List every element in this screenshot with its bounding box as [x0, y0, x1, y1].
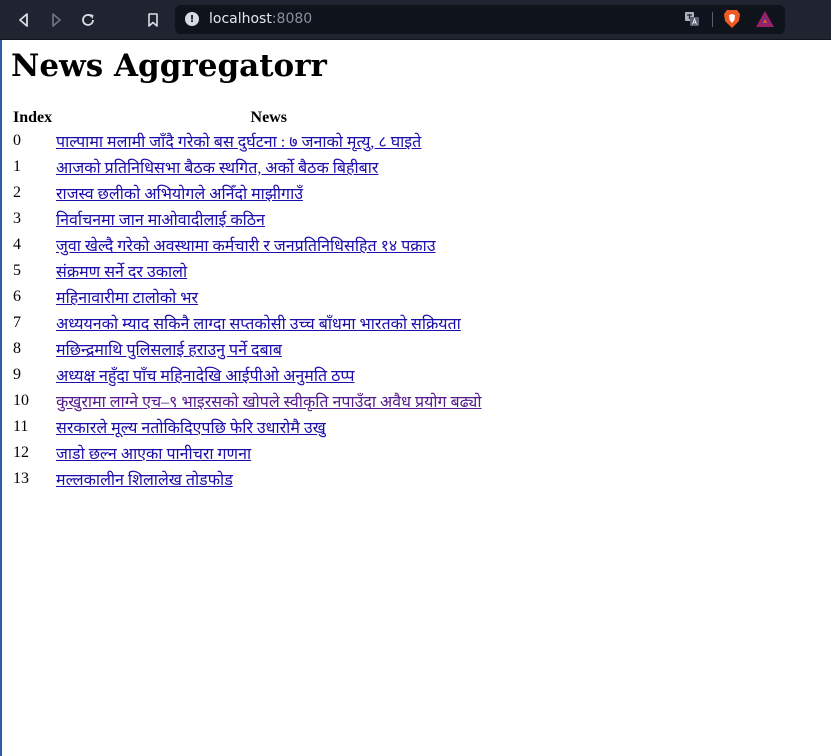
- row-news-cell: जाडो छल्न आएका पानीचरा गणना: [56, 440, 482, 466]
- news-table: Index News 0 पाल्पामा मलामी जाँदै गरेको ब…: [13, 108, 482, 492]
- table-row: 8 मछिन्द्रमाथि पुलिसलाई हराउनु पर्ने दबाब: [13, 336, 482, 362]
- bookmark-icon: [148, 13, 158, 27]
- news-headline-link[interactable]: निर्वाचनमा जान माओवादीलाई कठिन: [56, 212, 265, 229]
- news-headline-link[interactable]: महिनावारीमा टालोको भर: [56, 290, 198, 307]
- row-news-cell: संक्रमण सर्ने दर उकालो: [56, 258, 482, 284]
- news-headline-link[interactable]: जाडो छल्न आएका पानीचरा गणना: [56, 446, 251, 463]
- table-row: 4 जुवा खेल्दै गरेको अवस्थामा कर्मचारी र ज…: [13, 232, 482, 258]
- row-index: 13: [13, 470, 29, 487]
- address-bar-divider: [712, 12, 713, 27]
- table-header-row: Index News: [13, 108, 482, 128]
- row-news-cell: निर्वाचनमा जान माओवादीलाई कठिन: [56, 206, 482, 232]
- row-index: 3: [13, 210, 21, 227]
- table-row: 2 राजस्व छलीको अभियोगले अनिँदो माझीगाउँ: [13, 180, 482, 206]
- row-news-cell: महिनावारीमा टालोको भर: [56, 284, 482, 310]
- window-edge: [0, 40, 2, 756]
- table-row: 1 आजको प्रतिनिधिसभा बैठक स्थगित, अर्को बै…: [13, 154, 482, 180]
- row-index: 2: [13, 184, 21, 201]
- news-headline-link[interactable]: कुखुरामा लाग्ने एच–९ भाइरसको खोपले स्वीक…: [56, 394, 482, 411]
- table-row: 9 अध्यक्ष नहुँदा पाँच महिनादेखि आईपीओ अनु…: [13, 362, 482, 388]
- news-headline-link[interactable]: अध्यक्ष नहुँदा पाँच महिनादेखि आईपीओ अनुम…: [56, 368, 354, 385]
- page-content: News Aggregatorr Index News 0 पाल्पामा मल…: [11, 48, 821, 489]
- browser-toolbar: ! localhost:8080: [0, 0, 831, 40]
- news-headline-link[interactable]: मल्लकालीन शिलालेख तोडफोड: [56, 472, 233, 489]
- url-port: :8080: [271, 11, 313, 27]
- row-news-cell: कुखुरामा लाग्ने एच–९ भाइरसको खोपले स्वीक…: [56, 388, 482, 414]
- back-button[interactable]: [10, 6, 38, 34]
- translate-icon[interactable]: [684, 11, 700, 31]
- row-news-cell: मछिन्द्रमाथि पुलिसलाई हराउनु पर्ने दबाब: [56, 336, 482, 362]
- row-index: 4: [13, 236, 21, 253]
- table-row: 10 कुखुरामा लाग्ने एच–९ भाइरसको खोपले स्व…: [13, 388, 482, 414]
- row-index: 12: [13, 444, 29, 461]
- table-row: 0 पाल्पामा मलामी जाँदै गरेको बस दुर्घटना …: [13, 128, 482, 154]
- news-headline-link[interactable]: मछिन्द्रमाथि पुलिसलाई हराउनु पर्ने दबाब: [56, 342, 282, 359]
- news-table-body: 0 पाल्पामा मलामी जाँदै गरेको बस दुर्घटना …: [13, 128, 482, 492]
- row-index: 9: [13, 366, 21, 383]
- page-title: News Aggregatorr: [11, 48, 327, 84]
- table-row: 11 सरकारले मूल्य नतोकिदिएपछि फेरि उधारोमै…: [13, 414, 482, 440]
- row-news-cell: राजस्व छलीको अभियोगले अनिँदो माझीगाउँ: [56, 180, 482, 206]
- news-headline-link[interactable]: जुवा खेल्दै गरेको अवस्थामा कर्मचारी र जन…: [56, 238, 436, 255]
- news-headline-link[interactable]: आजको प्रतिनिधिसभा बैठक स्थगित, अर्को बैठ…: [56, 160, 378, 177]
- header-index: Index: [13, 109, 53, 126]
- reload-icon: [82, 14, 94, 26]
- header-news: News: [250, 109, 287, 126]
- row-news-cell: सरकारले मूल्य नतोकिदिएपछि फेरि उधारोमै उ…: [56, 414, 482, 440]
- brave-shield-icon[interactable]: [723, 9, 741, 33]
- row-news-cell: आजको प्रतिनिधिसभा बैठक स्थगित, अर्को बैठ…: [56, 154, 482, 180]
- brave-rewards-icon[interactable]: [755, 10, 775, 32]
- address-bar[interactable]: ! localhost:8080: [175, 5, 785, 34]
- back-icon: [19, 13, 28, 27]
- table-row: 12 जाडो छल्न आएका पानीचरा गणना: [13, 440, 482, 466]
- url-text[interactable]: localhost:8080: [209, 11, 312, 27]
- row-index: 0: [13, 132, 21, 149]
- row-news-cell: अध्ययनको म्याद सकिनै लाग्दा सप्तकोसी उच्…: [56, 310, 482, 336]
- row-index: 10: [13, 392, 29, 409]
- table-row: 5 संक्रमण सर्ने दर उकालो: [13, 258, 482, 284]
- table-row: 13 मल्लकालीन शिलालेख तोडफोड: [13, 466, 482, 492]
- row-index: 8: [13, 340, 21, 357]
- row-index: 5: [13, 262, 21, 279]
- news-headline-link[interactable]: पाल्पामा मलामी जाँदै गरेको बस दुर्घटना :…: [56, 134, 421, 151]
- news-headline-link[interactable]: अध्ययनको म्याद सकिनै लाग्दा सप्तकोसी उच्…: [56, 316, 461, 333]
- news-headline-link[interactable]: राजस्व छलीको अभियोगले अनिँदो माझीगाउँ: [56, 186, 303, 203]
- row-news-cell: जुवा खेल्दै गरेको अवस्थामा कर्मचारी र जन…: [56, 232, 482, 258]
- forward-button[interactable]: [42, 6, 70, 34]
- reload-button[interactable]: [74, 6, 102, 34]
- table-row: 3 निर्वाचनमा जान माओवादीलाई कठिन: [13, 206, 482, 232]
- row-news-cell: पाल्पामा मलामी जाँदै गरेको बस दुर्घटना :…: [56, 128, 482, 154]
- bookmark-button[interactable]: [139, 6, 167, 34]
- news-headline-link[interactable]: सरकारले मूल्य नतोकिदिएपछि फेरि उधारोमै उ…: [56, 420, 326, 437]
- url-host: localhost: [209, 11, 272, 27]
- site-info-icon[interactable]: !: [185, 12, 199, 26]
- row-news-cell: मल्लकालीन शिलालेख तोडफोड: [56, 466, 482, 492]
- row-index: 6: [13, 288, 21, 305]
- row-index: 7: [13, 314, 21, 331]
- forward-icon: [52, 13, 61, 27]
- row-news-cell: अध्यक्ष नहुँदा पाँच महिनादेखि आईपीओ अनुम…: [56, 362, 482, 388]
- row-index: 11: [13, 418, 29, 435]
- news-headline-link[interactable]: संक्रमण सर्ने दर उकालो: [56, 264, 187, 281]
- table-row: 7 अध्ययनको म्याद सकिनै लाग्दा सप्तकोसी उच…: [13, 310, 482, 336]
- table-row: 6 महिनावारीमा टालोको भर: [13, 284, 482, 310]
- row-index: 1: [13, 158, 21, 175]
